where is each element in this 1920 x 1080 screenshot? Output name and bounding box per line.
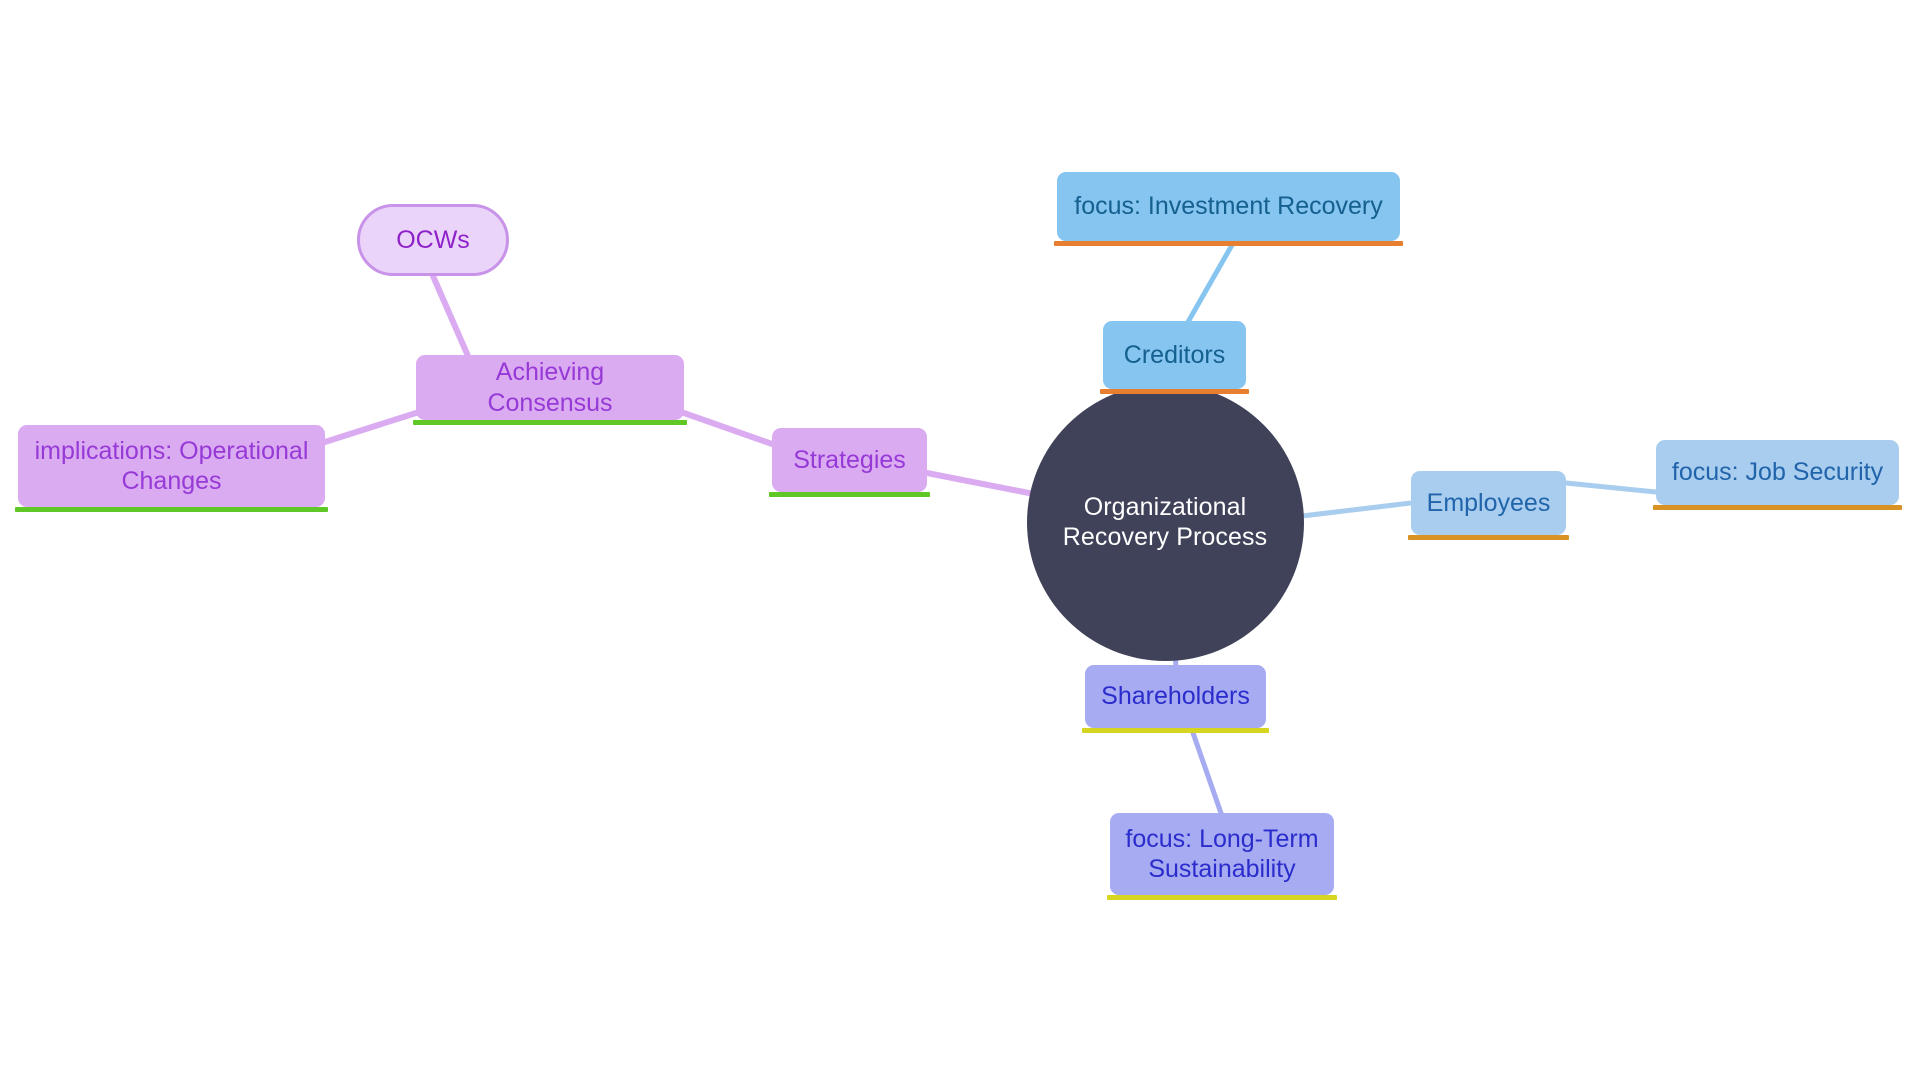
- node-strategies-underline: [769, 492, 930, 497]
- node-employees-focus-job-security[interactable]: focus: Job Security: [1653, 440, 1902, 510]
- edge-creditors-focus: [1185, 242, 1235, 325]
- node-creditors-focus-label: focus: Investment Recovery: [1074, 192, 1383, 221]
- node-shareholders-focus-long-term-sustainability[interactable]: focus: Long-Term Sustainability: [1107, 813, 1337, 900]
- node-employees-focus-underline: [1653, 505, 1902, 510]
- node-employees-focus-label: focus: Job Security: [1671, 458, 1884, 487]
- node-creditors-underline: [1100, 389, 1249, 394]
- edge-strategies-consensus: [681, 410, 775, 447]
- node-shareholders-underline: [1082, 728, 1269, 733]
- edge-employees-focus: [1563, 480, 1659, 495]
- node-employees[interactable]: Employees: [1408, 471, 1569, 540]
- edge-layer: [322, 242, 1659, 819]
- node-strategies[interactable]: Strategies: [769, 428, 930, 497]
- mindmap-canvas: Organizational Recovery Process Creditor…: [0, 0, 1920, 1080]
- node-achieving-consensus-underline: [413, 420, 687, 425]
- node-ocws[interactable]: OCWs: [357, 204, 509, 276]
- node-shareholders-label: Shareholders: [1101, 682, 1250, 711]
- node-achieving-consensus-label: Achieving Consensus: [487, 358, 613, 417]
- edge-root-employees: [1299, 500, 1414, 519]
- node-implications-label: implications: Operational Changes: [34, 436, 309, 496]
- node-shareholders-focus-underline: [1107, 895, 1337, 900]
- edge-consensus-implications: [322, 410, 419, 445]
- node-achieving-consensus[interactable]: Achieving Consensus: [413, 355, 687, 425]
- edge-shareholders-focus: [1189, 727, 1225, 819]
- node-creditors[interactable]: Creditors: [1100, 321, 1249, 394]
- edge-consensus-ocws: [430, 273, 471, 359]
- node-ocws-label: OCWs: [396, 225, 470, 254]
- node-creditors-focus-investment-recovery[interactable]: focus: Investment Recovery: [1054, 172, 1403, 246]
- node-shareholders-focus-label: focus: Long-Term Sustainability: [1125, 824, 1319, 884]
- node-implications-operational-changes[interactable]: implications: Operational Changes: [15, 425, 328, 512]
- edge-root-strategies: [924, 470, 1037, 497]
- node-employees-underline: [1408, 535, 1569, 540]
- root-node-label: Organizational Recovery Process: [1062, 492, 1268, 552]
- node-shareholders[interactable]: Shareholders: [1082, 665, 1269, 733]
- node-strategies-label: Strategies: [793, 445, 906, 474]
- node-creditors-label: Creditors: [1123, 340, 1226, 369]
- node-creditors-focus-underline: [1054, 241, 1403, 246]
- node-employees-label: Employees: [1426, 488, 1551, 517]
- node-implications-underline: [15, 507, 328, 512]
- root-node-organizational-recovery-process[interactable]: Organizational Recovery Process: [1026, 383, 1304, 661]
